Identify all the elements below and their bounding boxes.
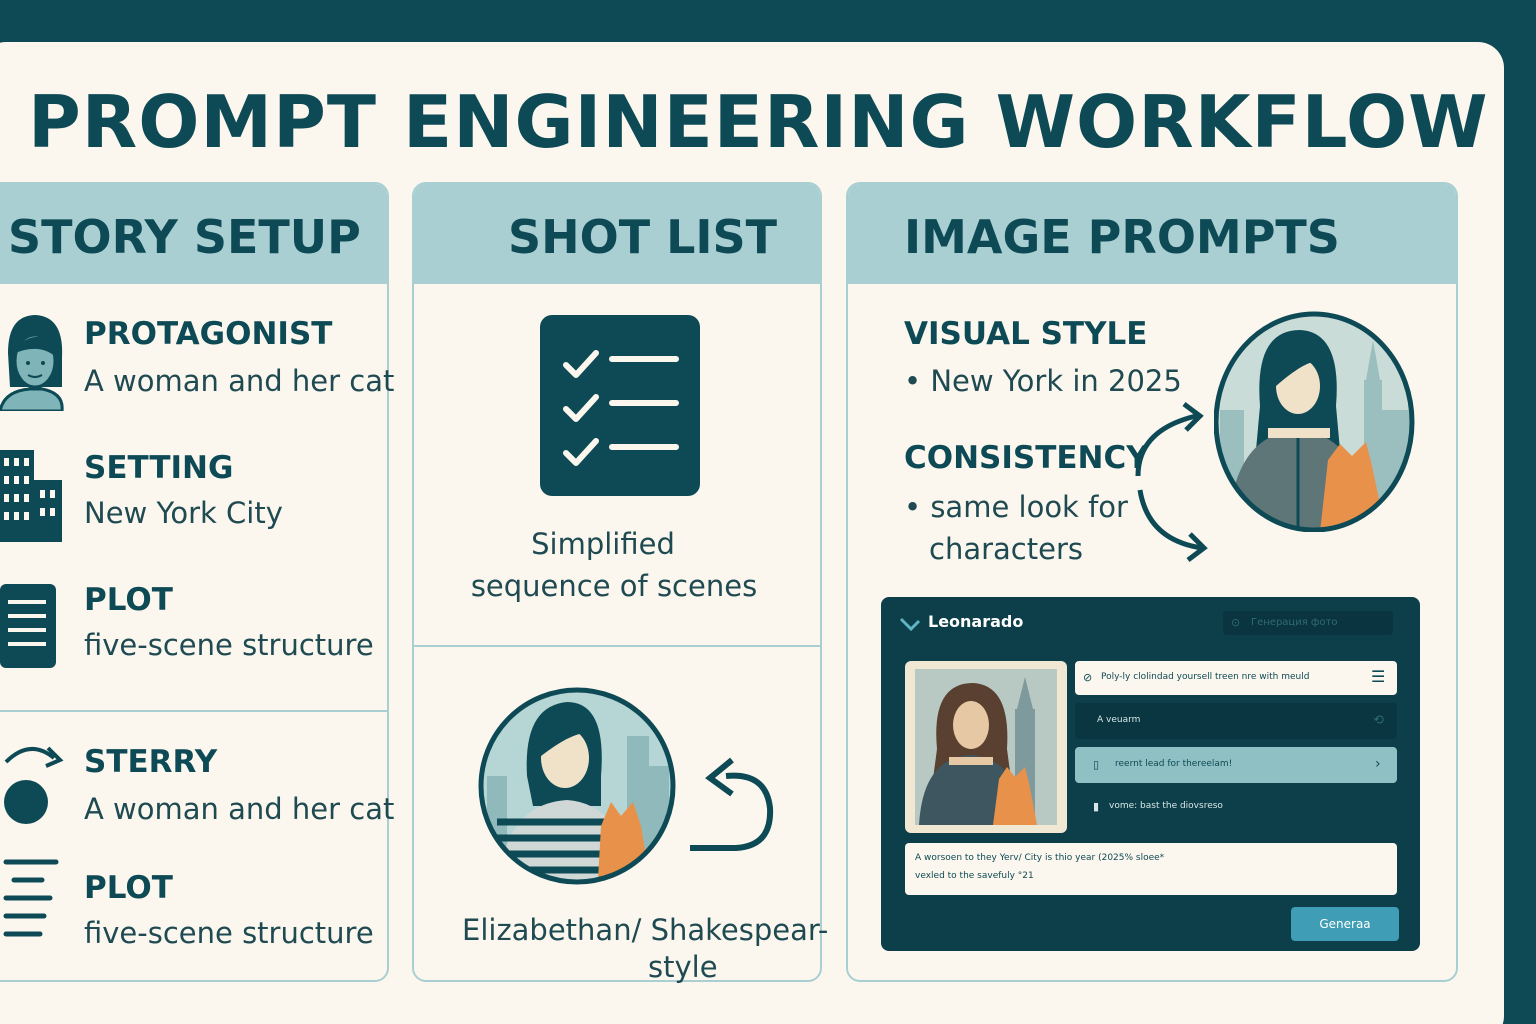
woman-icon	[0, 315, 64, 411]
style-caption-1: Elizabethan/ Shakespear-	[462, 913, 829, 947]
prompt-textarea-line-2: vexled to the savefuly °21	[915, 871, 1034, 881]
prompt-option-4-text: vome: bast the diovsreso	[1109, 801, 1223, 811]
prompt-textarea[interactable]: A worsoen to they Yerv/ City is thio yea…	[905, 843, 1397, 895]
search-icon: ⊙	[1231, 616, 1241, 629]
prompt-option-2[interactable]: A veuarm ⟲	[1075, 703, 1397, 739]
page-title: PROMPT ENGINEERING WORKFLOW	[28, 80, 1489, 164]
app-name: Leonarado	[928, 612, 1024, 631]
protagonist-value: A woman and her cat	[84, 364, 395, 398]
leonardo-app-window: Leonarado ⊙ Генерация фото ⊘ Poly-ly clo…	[881, 597, 1420, 951]
chevron-right-icon: ›	[1375, 756, 1381, 772]
circle-arrow-icon	[4, 746, 64, 824]
woman-cat-portrait	[478, 687, 676, 885]
generate-button-label: Generaa	[1319, 917, 1371, 931]
lines-icon	[3, 859, 59, 937]
consistency-value-1: • same look for	[904, 490, 1128, 524]
generate-button[interactable]: Generaa	[1291, 907, 1399, 941]
edit-icon[interactable]: ⟲	[1373, 713, 1384, 728]
preview-thumbnail[interactable]	[905, 661, 1067, 833]
visual-style-value: • New York in 2025	[904, 364, 1182, 398]
sterry-value: A woman and her cat	[84, 792, 395, 826]
plot-value: five-scene structure	[84, 628, 374, 662]
prompt-option-3[interactable]: ▯ reernt lead for thereelam! ›	[1075, 747, 1397, 783]
checklist-icon	[540, 315, 700, 496]
protagonist-label: PROTAGONIST	[84, 316, 333, 352]
consistency-value-2: characters	[929, 532, 1083, 566]
setting-label: SETTING	[84, 450, 234, 486]
character-portrait	[1214, 311, 1415, 532]
image-prompts-title: IMAGE PROMPTS	[904, 210, 1340, 264]
prompt-option-4-icon: ▮	[1093, 800, 1100, 813]
prompt-option-1-text: Poly-ly clolindad yoursell treen nre wit…	[1101, 672, 1310, 682]
shot-list-divider	[414, 645, 820, 647]
shot-list-title: SHOT LIST	[508, 210, 778, 264]
prompt-option-2-text: A veuarm	[1097, 715, 1141, 725]
prompt-option-3-text: reernt lead for thereelam!	[1115, 759, 1233, 769]
consistency-label: CONSISTENCY	[904, 440, 1149, 476]
setting-value: New York City	[84, 496, 283, 530]
story-setup-title: STORY SETUP	[8, 210, 361, 264]
cycle-arrows-icon	[1135, 402, 1208, 562]
prompt-option-1-icon: ⊘	[1083, 671, 1093, 684]
prompt-option-1[interactable]: ⊘ Poly-ly clolindad yoursell treen nre w…	[1075, 661, 1397, 695]
thumbnail-image	[915, 669, 1057, 825]
style-caption-2: style	[648, 950, 718, 984]
sterry-label: STERRY	[84, 744, 218, 780]
plot-label-2: PLOT	[84, 870, 173, 906]
prompt-textarea-line-1: A worsoen to they Yerv/ City is thio yea…	[915, 853, 1165, 863]
visual-style-label: VISUAL STYLE	[904, 316, 1148, 352]
search-placeholder: Генерация фото	[1251, 617, 1338, 628]
story-setup-divider	[0, 710, 387, 712]
logo-icon	[899, 617, 921, 632]
prompt-option-4[interactable]: ▮ vome: bast the diovsreso	[1075, 789, 1397, 825]
prompt-option-3-icon: ▯	[1093, 758, 1100, 771]
menu-icon[interactable]: ☰	[1371, 667, 1385, 686]
plot-value-2: five-scene structure	[84, 916, 374, 950]
return-arrow-icon	[690, 757, 774, 851]
search-bar[interactable]: ⊙ Генерация фото	[1223, 611, 1393, 635]
